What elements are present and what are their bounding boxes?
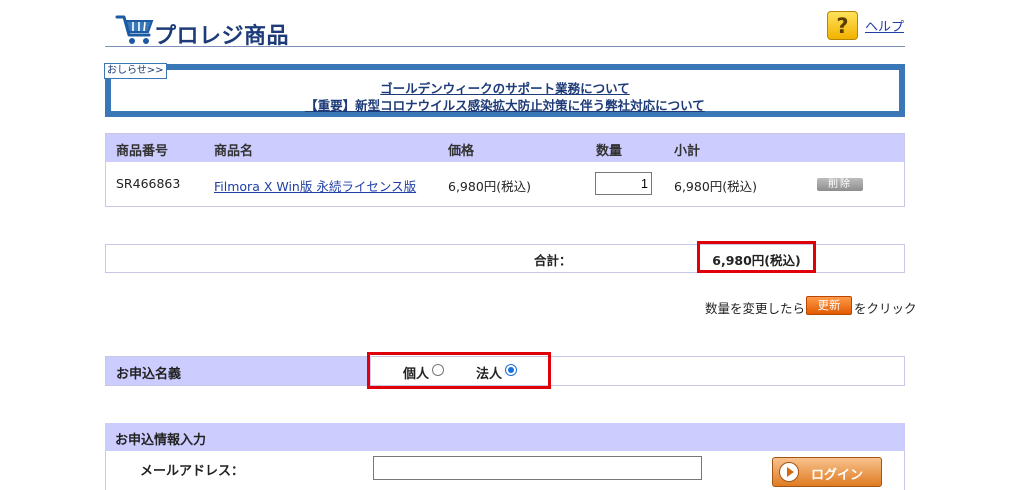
radio-label-corporate: 法人	[476, 367, 503, 382]
update-hint-suffix: をクリック	[854, 301, 917, 316]
applicant-label-cell: お申込名義	[106, 357, 371, 385]
arrow-right-icon	[779, 462, 799, 482]
product-id: SR466863	[116, 176, 181, 191]
shopping-cart-icon	[115, 15, 154, 44]
email-label: メールアドレス：	[140, 464, 245, 479]
radio-individual[interactable]	[432, 364, 444, 376]
header-divider	[105, 46, 905, 47]
product-name-link[interactable]: Filmora X Win版 永続ライセンス版	[214, 176, 416, 195]
info-section-title: お申込情報入力	[115, 433, 207, 448]
applicant-label: お申込名義	[116, 367, 182, 382]
total-highlight: 6,980円(税込)	[697, 241, 816, 273]
column-quantity: 数量	[596, 144, 623, 159]
column-price: 価格	[448, 144, 475, 159]
notice-box: ゴールデンウィークのサポート業務について 【重要】新型コロナウイルス感染拡大防止…	[105, 64, 905, 117]
login-button-label: ログイン	[811, 468, 864, 483]
email-field[interactable]	[373, 456, 702, 480]
notice-badge: おしらせ>>	[104, 63, 167, 79]
column-subtotal: 小計	[674, 144, 701, 159]
info-section-body: メールアドレス： ログイン	[105, 451, 905, 490]
total-value: 6,980円(税込)	[712, 253, 801, 268]
update-button[interactable]: 更新	[806, 296, 852, 315]
applicant-type-highlight: 個人 法人	[367, 352, 551, 389]
column-product-id: 商品番号	[116, 144, 169, 159]
delete-button[interactable]: 削除	[817, 178, 863, 191]
info-section-header: お申込情報入力	[105, 423, 905, 451]
quantity-input[interactable]	[595, 172, 652, 195]
cart-table-header: 商品番号 商品名 価格 数量 小計	[106, 134, 904, 162]
help-icon[interactable]: ?	[827, 11, 858, 40]
product-price: 6,980円(税込)	[448, 179, 532, 194]
radio-corporate[interactable]	[505, 364, 517, 376]
notice-link-covid[interactable]: 【重要】新型コロナウイルス感染拡大防止対策に伴う弊社対応について	[111, 95, 899, 114]
login-button[interactable]: ログイン	[772, 457, 882, 487]
help-link[interactable]: ヘルプ	[865, 16, 904, 35]
cart-table: 商品番号 商品名 価格 数量 小計 SR466863 Filmora X Win…	[105, 133, 905, 207]
radio-label-individual: 個人	[403, 367, 430, 382]
column-product-name: 商品名	[214, 144, 254, 159]
total-label: 合計：	[534, 253, 572, 268]
product-subtotal: 6,980円(税込)	[674, 179, 758, 194]
update-hint-text: 数量を変更したら	[705, 301, 806, 316]
